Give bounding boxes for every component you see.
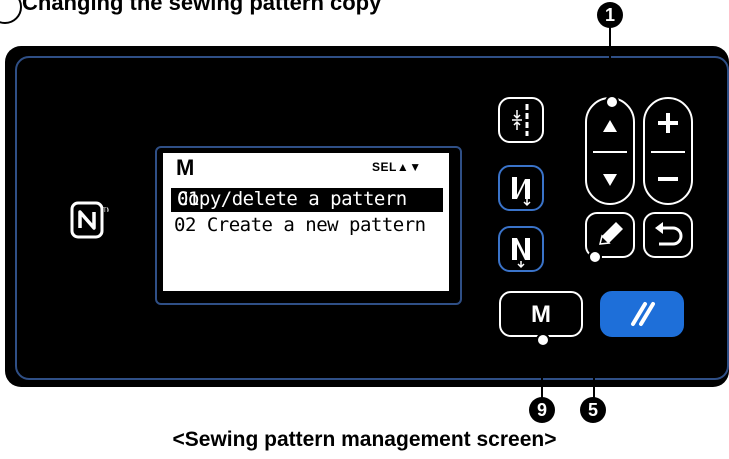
callout-1-leader — [609, 27, 611, 99]
menu-item-create-new[interactable]: 02 Create a new pattern — [174, 214, 426, 236]
menu-item-number: 02 — [174, 214, 196, 236]
thread-tension-button[interactable] — [498, 97, 544, 143]
callout-9-leader — [541, 340, 543, 400]
screen-title: M — [176, 155, 195, 180]
reverse-n-icon — [512, 177, 531, 207]
down-arrow-icon[interactable] — [602, 173, 618, 187]
callout-5-leader — [593, 255, 595, 400]
callout-1-dot — [605, 95, 619, 109]
return-icon — [655, 222, 683, 246]
select-indicator: SEL▲▼ — [372, 160, 422, 174]
plus-minus-rocker — [643, 97, 693, 205]
reverse-feed-button[interactable] — [498, 165, 544, 211]
menu-item-label: Create a new pattern — [206, 214, 426, 236]
up-down-rocker — [585, 97, 635, 205]
n-pattern-button[interactable] — [498, 226, 544, 272]
callout-5-dot — [588, 250, 602, 264]
thread-tension-icon — [512, 104, 529, 136]
minus-icon[interactable] — [656, 167, 680, 191]
heading-number-circle — [0, 0, 22, 24]
mode-button-label: M — [531, 301, 551, 328]
return-button[interactable] — [643, 212, 693, 258]
reset-button[interactable] — [600, 291, 684, 337]
menu-item-copy-delete[interactable]: 01 Copy/delete a pattern — [171, 188, 443, 212]
callout-1: 1 — [597, 2, 623, 28]
plus-icon[interactable] — [656, 111, 680, 135]
callout-9: 9 — [529, 397, 555, 423]
callout-5: 5 — [580, 397, 606, 423]
nfc-icon: TM — [69, 200, 112, 240]
n-icon — [512, 238, 530, 269]
callout-9-dot — [536, 333, 550, 347]
menu-item-label: Copy/delete a pattern — [177, 188, 407, 210]
heading-text: Changing the sewing pattern copy — [22, 0, 382, 15]
reset-icon — [631, 302, 655, 326]
mode-button[interactable]: M — [499, 291, 583, 337]
figure-caption: <Sewing pattern management screen> — [172, 428, 557, 451]
up-arrow-icon[interactable] — [602, 119, 618, 133]
svg-text:TM: TM — [103, 208, 109, 214]
